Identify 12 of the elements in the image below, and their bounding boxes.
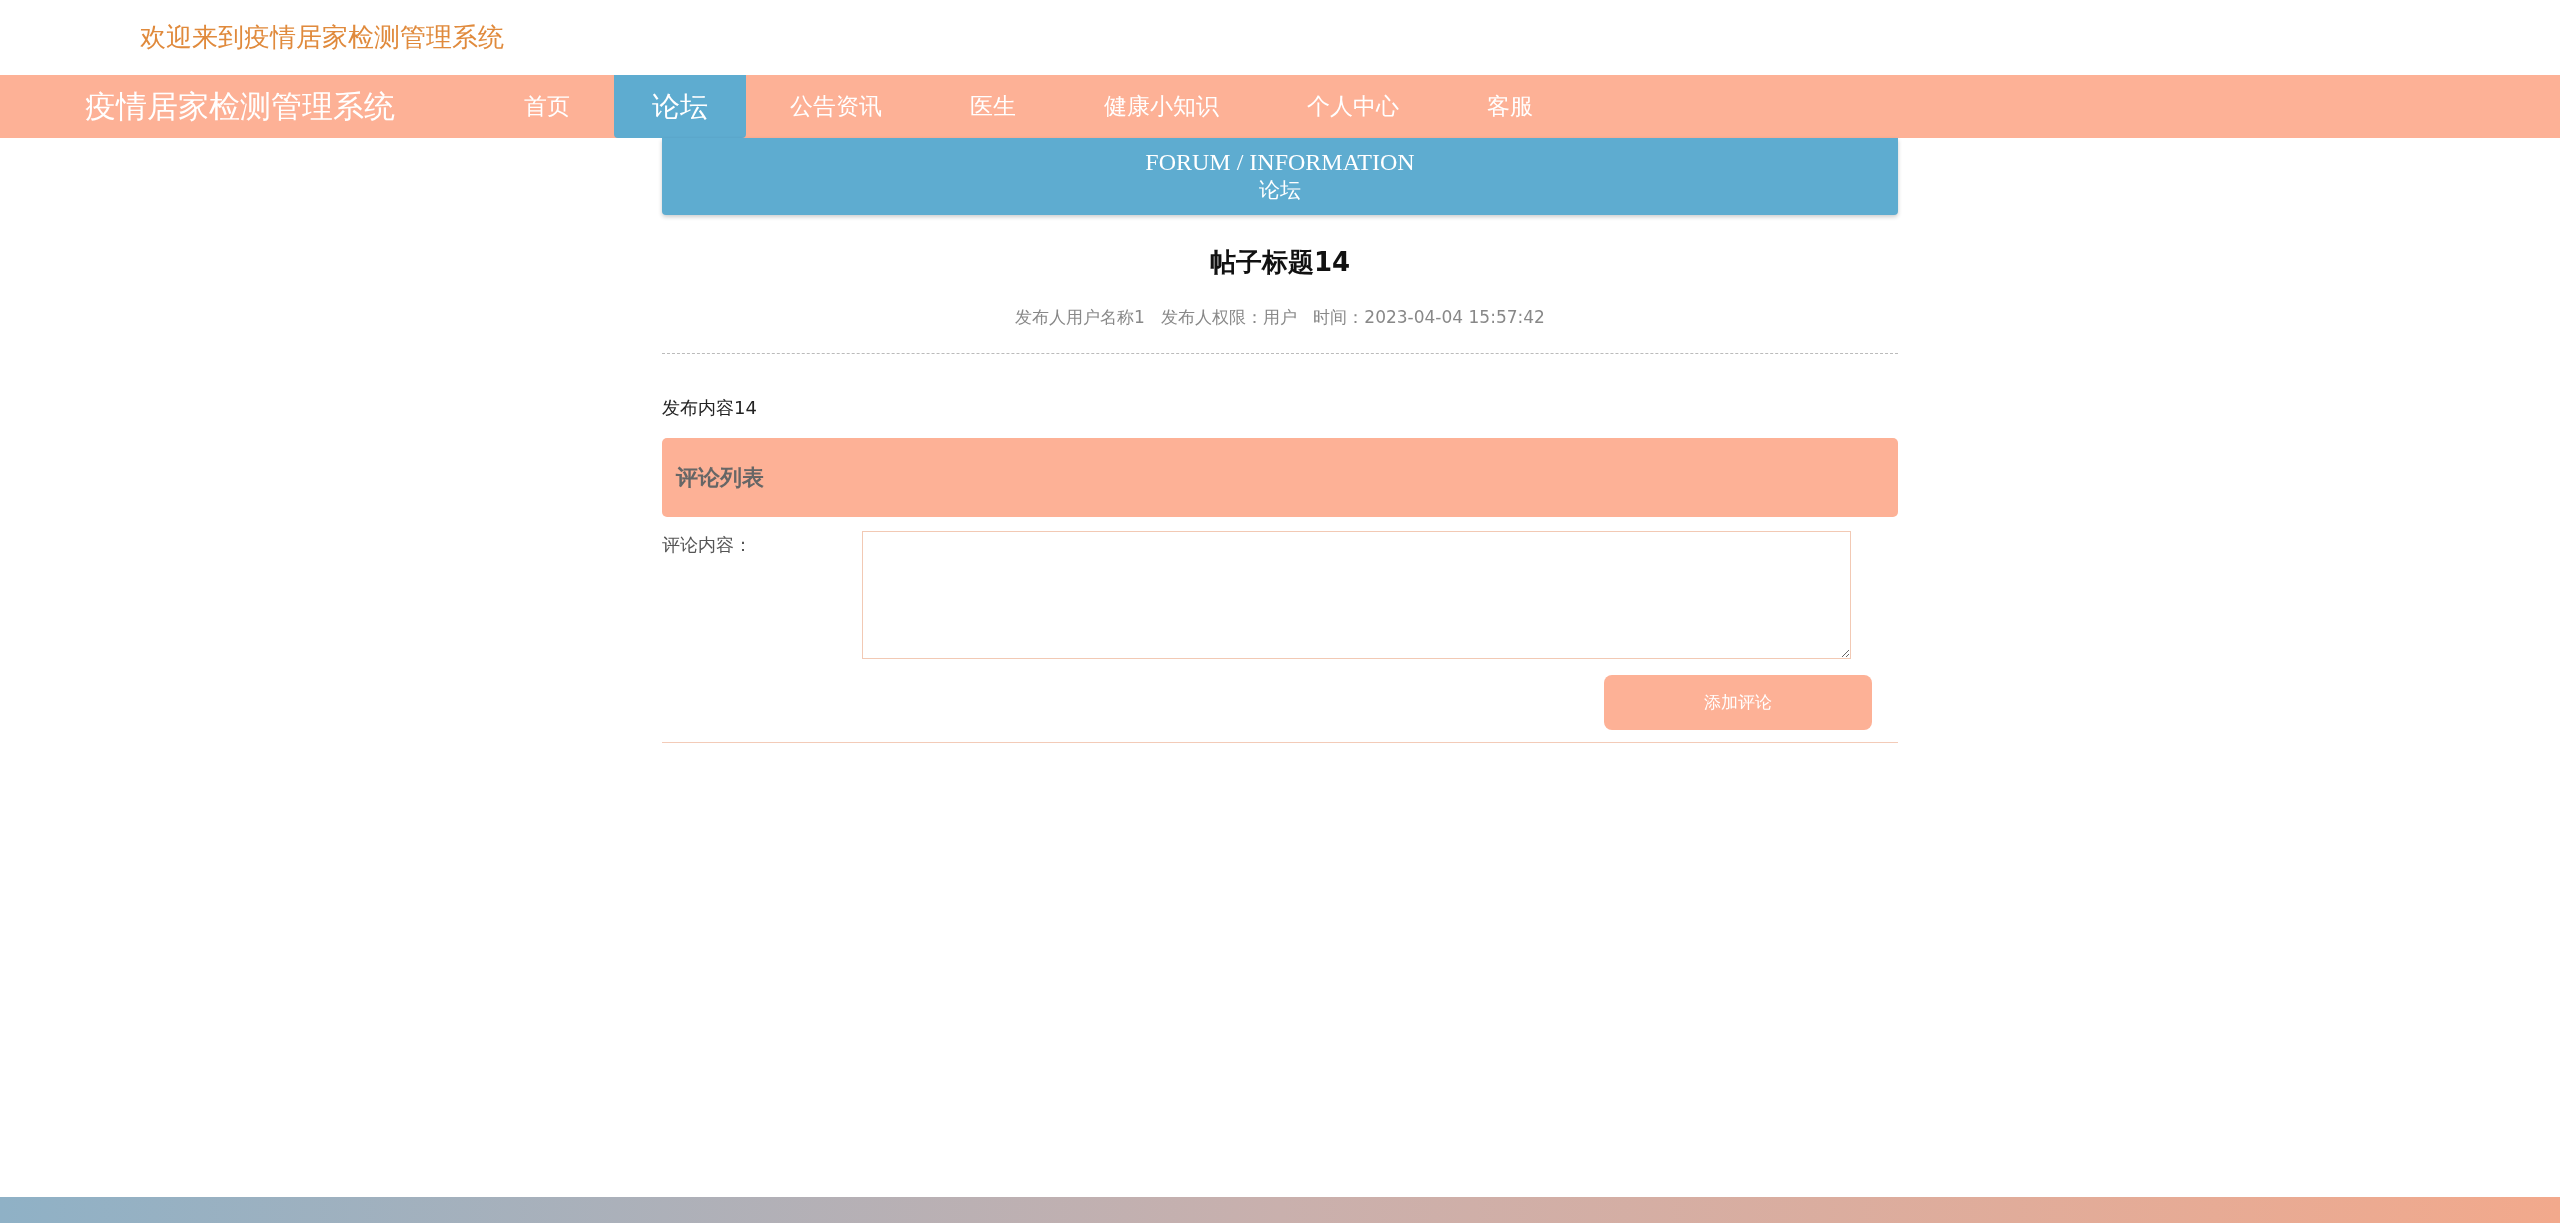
comments-heading: 评论列表 [676, 463, 764, 492]
welcome-text: 欢迎来到疫情居家检测管理系统 [140, 21, 504, 54]
add-comment-button[interactable]: 添加评论 [1604, 675, 1872, 730]
brand-title: 疫情居家检测管理系统 [84, 87, 396, 126]
comment-label: 评论内容： [662, 533, 753, 557]
post-title: 帖子标题14 [1208, 246, 1352, 279]
comment-input[interactable] [862, 531, 1851, 659]
post-content: 发布内容14 [662, 396, 758, 420]
nav-tab[interactable]: 论坛 [614, 75, 746, 138]
banner-subtitle: 论坛 [1259, 177, 1301, 204]
banner-title: FORUM / INFORMATION [1145, 149, 1415, 176]
post-meta: 发布人用户名称1 发布人权限：用户 时间：2023-04-04 15:57:42 [1014, 306, 1546, 329]
